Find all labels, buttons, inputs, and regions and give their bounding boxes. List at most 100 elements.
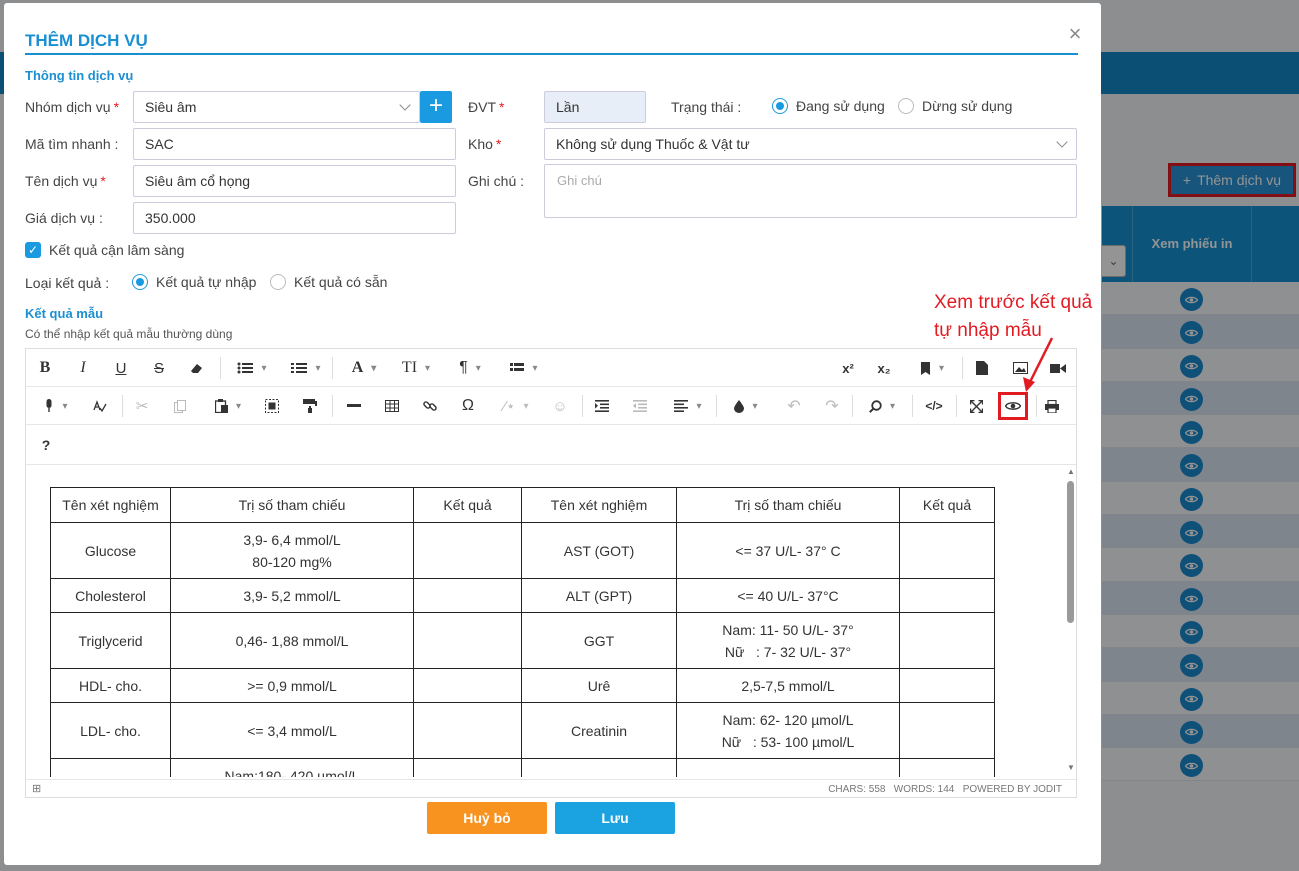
group-select[interactable]: Siêu âm bbox=[133, 91, 420, 123]
color-fill-icon[interactable]: ▾ bbox=[724, 387, 768, 425]
cell-line: Nữ : 7- 32 U/L- 37° bbox=[724, 643, 852, 660]
microphone-icon[interactable]: ▾ bbox=[34, 387, 78, 425]
subscript-button[interactable]: x₂ bbox=[872, 349, 896, 387]
annotation-line-2: tự nhập mẫu bbox=[934, 320, 1042, 341]
underline-button[interactable]: U bbox=[108, 349, 134, 387]
link-icon[interactable] bbox=[418, 387, 442, 425]
file-icon[interactable]: ▾ bbox=[910, 349, 954, 387]
table-cell: >= 0,9 mmol/L bbox=[170, 668, 414, 703]
table-cell: AST (GOT) bbox=[521, 522, 677, 579]
result-type-radio-preset[interactable]: Kết quả có sẵn bbox=[270, 274, 387, 290]
help-button[interactable]: ? bbox=[34, 425, 58, 465]
result-type-radio-manual[interactable]: Kết quả tự nhập bbox=[132, 274, 256, 290]
table-row: Nam:180- 420 µmol/L bbox=[50, 758, 995, 777]
clinical-result-checkbox[interactable]: ✓ Kết quả cận lâm sàng bbox=[25, 242, 184, 258]
editor-scrollbar[interactable]: ▲ ▼ bbox=[1064, 465, 1077, 777]
table-cell bbox=[676, 758, 900, 777]
table-cell bbox=[50, 758, 171, 777]
save-button[interactable]: Lưu bbox=[555, 802, 675, 834]
scrollbar-thumb[interactable] bbox=[1067, 481, 1074, 623]
store-label: Kho * bbox=[468, 136, 502, 152]
format-painter-icon[interactable] bbox=[298, 387, 322, 425]
cut-icon[interactable]: ✂ bbox=[130, 387, 154, 425]
horizontal-line-icon[interactable] bbox=[342, 387, 366, 425]
scroll-down-icon[interactable]: ▼ bbox=[1067, 763, 1075, 772]
editor-statusbar: ⊞ CHARS: 558 WORDS: 144 POWERED BY JODIT bbox=[26, 779, 1076, 799]
add-service-modal: THÊM DỊCH VỤ × Thông tin dịch vụ Nhóm dị… bbox=[4, 3, 1101, 865]
magic-wand-icon[interactable]: ⁄⋆ ▾ bbox=[494, 387, 538, 425]
preview-highlight-box bbox=[998, 392, 1028, 420]
align-icon[interactable]: ▾ bbox=[666, 387, 710, 425]
document-icon[interactable] bbox=[970, 349, 994, 387]
code-input[interactable]: SAC bbox=[133, 128, 456, 160]
fullsize-icon[interactable] bbox=[964, 387, 988, 425]
header-reference-1: Trị số tham chiếu bbox=[170, 487, 414, 523]
spellcheck-icon[interactable] bbox=[88, 387, 112, 425]
search-icon[interactable]: ▾ bbox=[860, 387, 904, 425]
unit-field[interactable]: Lần bbox=[544, 91, 646, 123]
note-textarea[interactable]: Ghi chú bbox=[544, 164, 1077, 218]
add-group-button[interactable]: + bbox=[420, 91, 452, 123]
italic-button[interactable]: I bbox=[70, 349, 96, 387]
image-icon[interactable] bbox=[1008, 349, 1032, 387]
table-cell: 3,9- 5,2 mmol/L bbox=[170, 578, 414, 613]
cell-line: 2,5-7,5 mmol/L bbox=[741, 677, 835, 694]
cell-line: <= 37 U/L- 37° C bbox=[735, 542, 841, 559]
unit-label: ĐVT * bbox=[468, 99, 505, 115]
name-label: Tên dịch vụ * bbox=[25, 173, 106, 189]
table-row: LDL- cho. <= 3,4 mmol/L Creatinin Nam: 6… bbox=[50, 702, 995, 759]
cancel-button[interactable]: Huỷ bỏ bbox=[427, 802, 547, 834]
table-icon[interactable] bbox=[380, 387, 404, 425]
store-select[interactable]: Không sử dụng Thuốc & Vật tư bbox=[544, 128, 1077, 160]
video-icon[interactable] bbox=[1046, 349, 1070, 387]
indent-icon[interactable] bbox=[590, 387, 614, 425]
section-template-result: Kết quả mẫu bbox=[25, 306, 104, 321]
font-button[interactable]: A ▾ bbox=[342, 349, 386, 387]
close-icon[interactable]: × bbox=[1066, 23, 1084, 45]
paste-icon[interactable]: ▾ bbox=[206, 387, 250, 425]
result-type-preset-label: Kết quả có sẵn bbox=[294, 274, 388, 290]
font-size-button[interactable]: TI ▾ bbox=[394, 349, 438, 387]
numbered-list-button[interactable]: ▾ bbox=[284, 349, 328, 387]
group-select-value: Siêu âm bbox=[145, 99, 197, 115]
table-cell bbox=[899, 578, 995, 613]
bullet-list-button[interactable]: ▾ bbox=[230, 349, 274, 387]
print-icon[interactable] bbox=[1040, 387, 1064, 425]
status-radio-stopped[interactable]: Dừng sử dụng bbox=[898, 98, 1012, 114]
scroll-up-icon[interactable]: ▲ bbox=[1067, 467, 1075, 476]
editor-content[interactable]: Tên xét nghiệm Trị số tham chiếu Kết quả… bbox=[26, 465, 1064, 777]
paragraph-button[interactable]: ¶ ▾ bbox=[448, 349, 492, 387]
outdent-icon[interactable] bbox=[628, 387, 652, 425]
table-cell: Urê bbox=[521, 668, 677, 703]
section-service-info: Thông tin dịch vụ bbox=[25, 68, 134, 83]
bold-button[interactable]: B bbox=[32, 349, 58, 387]
copy-icon[interactable] bbox=[168, 387, 192, 425]
special-char-icon[interactable]: Ω bbox=[456, 387, 480, 425]
resize-corner-icon[interactable]: ⊞ bbox=[32, 782, 41, 795]
table-cell bbox=[413, 612, 522, 669]
strikethrough-button[interactable]: S bbox=[146, 349, 172, 387]
redo-icon[interactable]: ↷ bbox=[820, 387, 844, 425]
cell-line: 80-120 mg% bbox=[252, 553, 332, 570]
powered-by-link[interactable]: POWERED BY JODIT bbox=[963, 784, 1062, 795]
table-cell: ALT (GPT) bbox=[521, 578, 677, 613]
cell-line: 0,46- 1,88 mmol/L bbox=[235, 632, 349, 649]
source-code-icon[interactable]: </> bbox=[922, 387, 946, 425]
table-cell bbox=[413, 758, 522, 777]
group-label: Nhóm dịch vụ * bbox=[25, 99, 120, 115]
superscript-button[interactable]: x² bbox=[836, 349, 860, 387]
table-row: Glucose 3,9- 6,4 mmol/L 80-120 mg% AST (G… bbox=[50, 522, 995, 579]
status-radio-active[interactable]: Đang sử dụng bbox=[772, 98, 885, 114]
toolbar-separator bbox=[122, 395, 123, 417]
select-all-icon[interactable] bbox=[260, 387, 284, 425]
toolbar-separator bbox=[582, 395, 583, 417]
table-cell: <= 3,4 mmol/L bbox=[170, 702, 414, 759]
eraser-icon[interactable] bbox=[184, 349, 210, 387]
undo-icon[interactable]: ↶ bbox=[782, 387, 806, 425]
emoji-icon[interactable]: ☺ bbox=[548, 387, 572, 425]
classes-button[interactable]: ▾ bbox=[502, 349, 546, 387]
table-cell: Nam: 62- 120 µmol/L Nữ : 53- 100 µmol/L bbox=[676, 702, 900, 759]
status-label: Trạng thái : bbox=[671, 99, 742, 115]
price-input[interactable]: 350.000 bbox=[133, 202, 456, 234]
name-input[interactable]: Siêu âm cổ họng bbox=[133, 165, 456, 197]
